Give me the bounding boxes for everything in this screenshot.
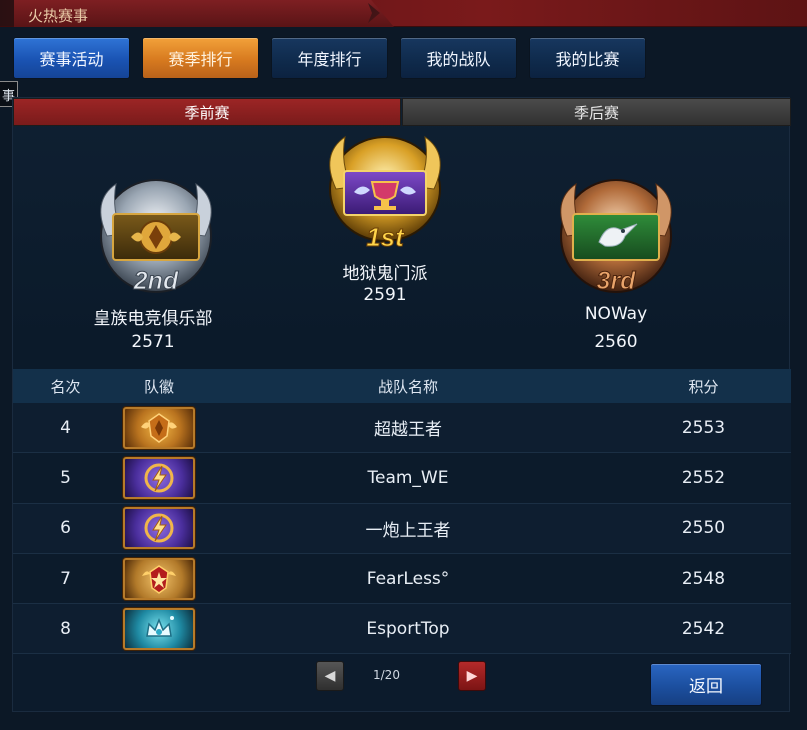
back-button-label: 返回 [689, 677, 723, 697]
nav-item-my-matches[interactable]: 我的比赛 [529, 37, 646, 79]
rank-cell: 4 [60, 417, 71, 438]
badge-cell [118, 557, 200, 600]
team-name-cell: FearLess° [366, 568, 450, 589]
page-title: 火热赛事 [28, 7, 89, 25]
back-button[interactable]: 返回 [650, 663, 762, 706]
nav-item-label: 我的比赛 [555, 50, 620, 69]
podium-first-score: 2591 [363, 285, 407, 305]
tab-label: 季前赛 [184, 103, 230, 122]
table-row[interactable]: 6 一炮上王者 2550 [13, 503, 791, 554]
nav-item-season-ranking[interactable]: 赛季排行 [142, 37, 259, 79]
tab-preseason[interactable]: 季前赛 [13, 98, 401, 126]
gold-shield-wings-icon [123, 406, 195, 449]
podium-third-score: 2560 [594, 332, 638, 352]
podium-second-score: 2571 [131, 332, 175, 352]
rank-text-second: 2nd [133, 267, 179, 295]
podium: 2nd 皇族电竞俱乐部 2571 1st 地狱鬼门派 2591 3rd NOWa… [13, 126, 791, 366]
title-strip: 火热赛事 [0, 0, 807, 27]
team-name-cell: 一炮上王者 [365, 520, 451, 541]
prev-page-button[interactable]: ◀ [316, 661, 344, 691]
table-row[interactable]: 5 Team_WE 2552 [13, 453, 791, 504]
triangle-left-icon: ◀ [324, 668, 336, 684]
header-rank: 名次 [50, 377, 81, 396]
ranking-table-header: 名次 队徽 战队名称 积分 [13, 369, 791, 403]
rank-cell: 8 [60, 618, 71, 639]
team-name-cell: EsportTop [366, 618, 450, 639]
table-row[interactable]: 7 FearLess° 2548 [13, 553, 791, 605]
badge-cell [118, 456, 200, 499]
podium-first-name: 地狱鬼门派 [342, 264, 428, 284]
badge-cell [118, 607, 200, 650]
nav-item-label: 年度排行 [297, 50, 362, 69]
purple-lightning-icon [123, 456, 195, 499]
table-row[interactable]: 8 EsportTop 2542 [13, 604, 791, 655]
nav-item-annual-ranking[interactable]: 年度排行 [271, 37, 388, 79]
season-tabs: 季前赛 季后赛 [13, 98, 791, 126]
nav-item-events[interactable]: 赛事活动 [13, 37, 130, 79]
ranking-panel: 季前赛 季后赛 2nd 皇族电竞俱乐部 2571 1st 地狱鬼门派 2591 … [12, 97, 791, 713]
triangle-right-icon: ▶ [466, 668, 478, 684]
header-badge: 队徽 [143, 377, 174, 396]
header-team-name: 战队名称 [377, 377, 438, 396]
points-cell: 2550 [681, 518, 726, 539]
rank-text-first: 1st [366, 222, 405, 252]
rank-cell: 5 [60, 467, 71, 488]
tab-label: 季后赛 [573, 103, 619, 122]
nav-item-label: 赛季排行 [168, 50, 233, 69]
silver-medal-icon: 2nd [81, 176, 231, 316]
podium-third-name: NOWay [584, 304, 648, 324]
rank-text-third: 3rd [597, 267, 637, 295]
tab-postseason[interactable]: 季后赛 [402, 98, 791, 126]
points-cell: 2548 [681, 568, 726, 589]
top-nav: 赛事活动 赛季排行 年度排行 我的战队 我的比赛 [0, 35, 807, 81]
cyan-crystal-crown-icon [123, 607, 195, 650]
bronze-medal-icon: 3rd [541, 176, 691, 316]
team-name-cell: Team_WE [367, 467, 449, 488]
gold-medal-icon: 1st [310, 134, 460, 274]
nav-item-my-team[interactable]: 我的战队 [400, 37, 517, 79]
rank-cell: 7 [60, 568, 71, 589]
team-name-cell: 超越王者 [374, 420, 442, 441]
nav-item-label: 我的战队 [426, 50, 491, 69]
header-points: 积分 [688, 377, 719, 396]
page-indicator: 1/20 [373, 668, 400, 682]
pagination: ◀ 1/20 ▶ 返回 [13, 658, 791, 713]
red-star-crest-icon [123, 557, 195, 600]
podium-second-name: 皇族电竞俱乐部 [93, 309, 213, 329]
points-cell: 2542 [681, 618, 726, 639]
badge-cell [118, 406, 200, 449]
purple-lightning-icon [123, 507, 195, 550]
next-page-button[interactable]: ▶ [458, 661, 486, 691]
nav-item-label: 赛事活动 [39, 50, 104, 69]
points-cell: 2552 [681, 467, 726, 488]
ranking-table: 4 超越王者 2553 5 Team_WE 2552 6 一炮上王者 2550 … [13, 403, 791, 655]
table-row[interactable]: 4 超越王者 2553 [13, 403, 791, 454]
rank-cell: 6 [60, 518, 71, 539]
badge-cell [118, 507, 200, 550]
points-cell: 2553 [681, 417, 726, 438]
